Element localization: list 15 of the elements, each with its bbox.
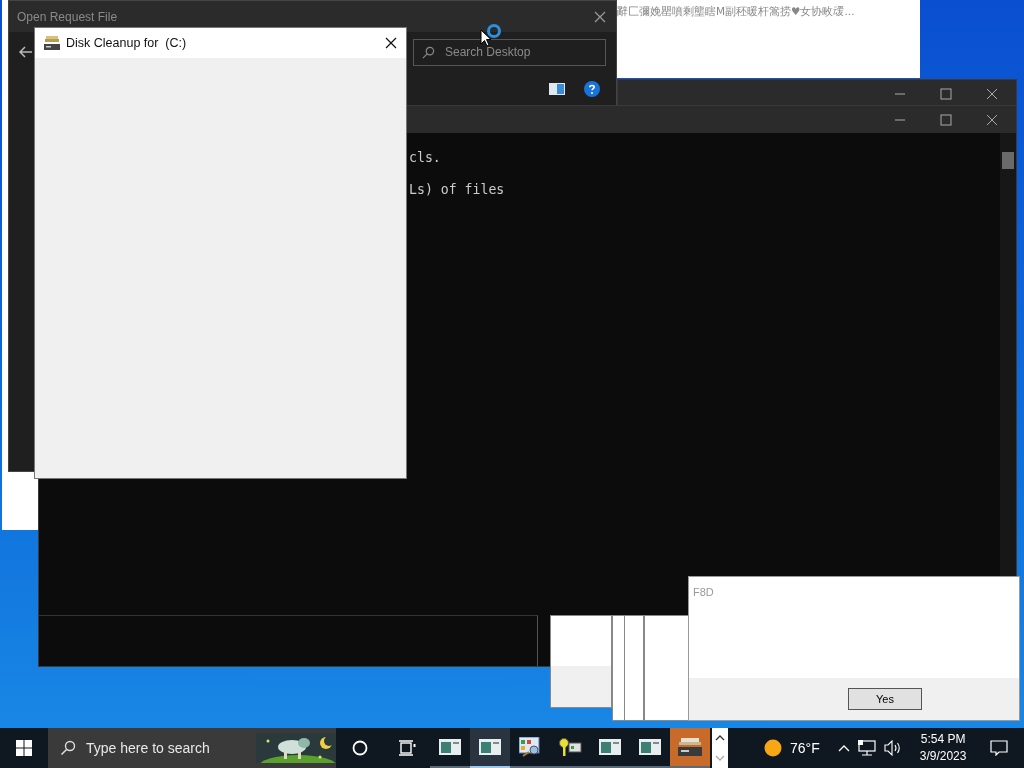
yes-button[interactable]: Yes	[848, 688, 922, 710]
search-field[interactable]: Search Desktop	[445, 45, 595, 59]
window-title: Open Request File	[17, 9, 119, 24]
clock-time: 5:54 PM	[920, 731, 966, 748]
dialog-title: F8D	[693, 586, 714, 598]
taskbar-search-field[interactable]: Type here to search	[86, 740, 226, 756]
notification-text: 辭匚彌娩罌噴剩壟瞎M副秠暖杆篙捞♥女协畋叆...	[617, 4, 856, 19]
search-box[interactable]: Search Desktop	[413, 38, 606, 66]
weather-temperature[interactable]: 76°F	[790, 740, 820, 756]
window-title: Disk Cleanup for (C:)	[66, 36, 187, 50]
console-text: cls.	[409, 150, 442, 167]
taskbar-search-box[interactable]: Type here to search	[48, 728, 336, 768]
clock-date: 3/9/2023	[919, 748, 967, 765]
clock[interactable]: 5:54 PM 3/9/2023	[919, 731, 967, 765]
console-text: Ls) of files	[409, 182, 506, 199]
